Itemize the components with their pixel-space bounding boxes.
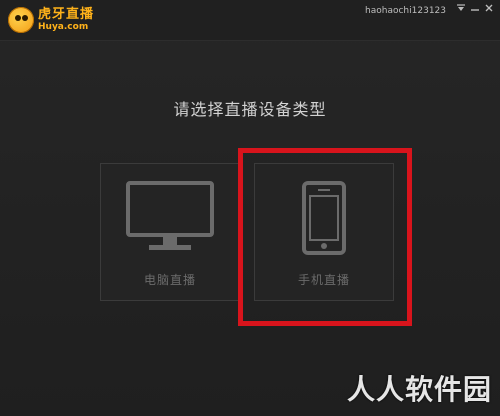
logo-cn-text: 虎牙直播	[38, 7, 95, 22]
monitor-icon	[101, 180, 239, 254]
pc-live-option[interactable]: 电脑直播	[100, 163, 240, 301]
page-title: 请选择直播设备类型	[173, 100, 327, 119]
title-bar: 虎牙直播 Huya.com haohaochi123123	[0, 0, 500, 41]
pc-live-label: 电脑直播	[143, 273, 196, 287]
watermark-text: 人人软件园	[346, 373, 492, 406]
selection-highlight	[238, 148, 412, 326]
username-label[interactable]: haohaochi123123	[365, 6, 446, 16]
huya-logo: 虎牙直播 Huya.com	[8, 6, 94, 34]
logo-text: 虎牙直播 Huya.com	[38, 8, 94, 32]
close-icon[interactable]	[482, 3, 496, 17]
app-window: 虎牙直播 Huya.com haohaochi123123 请选择直播设备类型	[0, 0, 500, 416]
logo-en-text: Huya.com	[38, 22, 89, 32]
huya-logo-icon	[8, 7, 34, 33]
menu-icon[interactable]	[454, 3, 468, 17]
minimize-icon[interactable]	[468, 3, 482, 17]
